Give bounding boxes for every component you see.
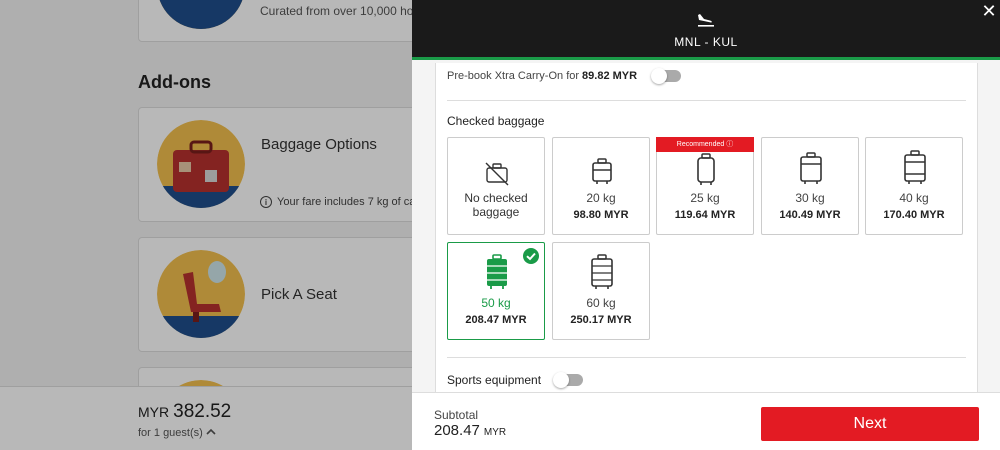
suitcase-icon — [902, 150, 928, 184]
subtotal-amount: 208.47 MYR — [434, 422, 506, 439]
plane-landing-icon — [696, 12, 716, 28]
baggage-option-25kg[interactable]: Recommended ⓘ 25 kg 119.64 MYR — [656, 137, 754, 235]
checked-baggage-title: Checked baggage — [447, 114, 545, 128]
xtra-carry-on-toggle[interactable] — [651, 68, 682, 84]
subtotal-value: 208.47 — [434, 422, 480, 439]
baggage-option-none[interactable]: No checked baggage — [447, 137, 545, 235]
sports-equipment-row: Sports equipment — [447, 372, 584, 388]
xtra-carry-on-text: Pre-book Xtra Carry-On for — [447, 70, 580, 82]
sports-equipment-toggle[interactable] — [553, 372, 584, 388]
suitcase-icon — [589, 254, 615, 289]
option-price: 170.40 MYR — [883, 209, 945, 221]
xtra-carry-on-row: Pre-book Xtra Carry-On for 89.82 MYR — [447, 68, 682, 84]
option-weight: 30 kg — [795, 191, 825, 205]
no-baggage-icon — [484, 156, 510, 190]
divider — [447, 100, 966, 101]
suitcase-icon — [484, 254, 510, 289]
option-price: 98.80 MYR — [573, 209, 629, 221]
option-label: No checked baggage — [464, 191, 528, 219]
suitcase-icon — [589, 156, 615, 190]
baggage-option-20kg[interactable]: 20 kg 98.80 MYR — [552, 137, 650, 235]
xtra-carry-on-price: 89.82 MYR — [582, 70, 638, 82]
baggage-option-60kg[interactable]: 60 kg 250.17 MYR — [552, 242, 650, 340]
option-price: 208.47 MYR — [465, 314, 527, 326]
option-price: 140.49 MYR — [779, 209, 841, 221]
baggage-side-panel: MNL - KUL ✕ Pre-book Xtra Carry-On for 8… — [412, 0, 1000, 450]
suitcase-icon — [693, 152, 719, 186]
toggle-knob — [553, 372, 570, 388]
option-price: 250.17 MYR — [570, 314, 632, 326]
divider — [447, 357, 966, 358]
subtotal-currency: MYR — [483, 427, 507, 438]
option-weight: 60 kg — [586, 296, 616, 310]
subtotal-label: Subtotal — [434, 408, 479, 422]
recommended-badge: Recommended ⓘ — [656, 137, 754, 152]
close-button[interactable]: ✕ — [980, 2, 998, 20]
panel-content: Pre-book Xtra Carry-On for 89.82 MYR Che… — [435, 63, 978, 392]
option-price: 119.64 MYR — [674, 209, 736, 221]
panel-footer: Subtotal 208.47 MYR Next — [412, 392, 1000, 450]
route-title: MNL - KUL — [674, 35, 738, 49]
check-icon — [523, 248, 539, 264]
next-button[interactable]: Next — [761, 407, 979, 441]
close-icon: ✕ — [981, 1, 997, 21]
baggage-option-30kg[interactable]: 30 kg 140.49 MYR — [761, 137, 859, 235]
option-weight: 25 kg — [690, 191, 720, 205]
sports-equipment-label: Sports equipment — [447, 373, 542, 387]
panel-header: MNL - KUL ✕ — [412, 0, 1000, 60]
suitcase-icon — [798, 151, 824, 185]
baggage-option-40kg[interactable]: 40 kg 170.40 MYR — [865, 137, 963, 235]
toggle-knob — [651, 68, 668, 84]
option-weight: 40 kg — [899, 191, 929, 205]
option-weight: 20 kg — [586, 191, 616, 205]
baggage-option-50kg[interactable]: 50 kg 208.47 MYR — [447, 242, 545, 340]
option-weight: 50 kg — [481, 296, 511, 310]
